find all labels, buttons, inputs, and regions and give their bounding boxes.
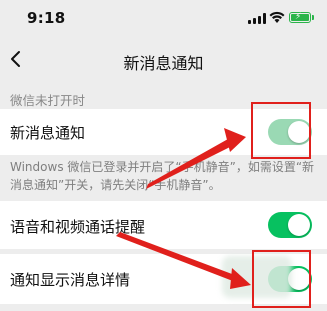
setting-label: 通知显示消息详情: [10, 271, 131, 289]
setting-label: 新消息通知: [10, 124, 86, 142]
setting-label: 语音和视频通话提醒: [10, 218, 146, 236]
call-reminder-toggle[interactable]: [268, 212, 312, 238]
setting-row-call-reminder: 语音和视频通话提醒: [0, 201, 327, 249]
section-label: 微信未打开时: [10, 93, 86, 108]
annotation-box-bottom: [252, 250, 311, 308]
page-title: 新消息通知: [123, 54, 204, 73]
wifi-icon: [269, 11, 285, 23]
notice-description: Windows 微信已登录并开启了“手机静音”，如需设置“新消息通知”开关，请先…: [10, 160, 315, 192]
navigation-bar: 新消息通知: [0, 38, 327, 82]
battery-charging-icon: ⚡: [289, 12, 314, 23]
status-time: 9:18: [27, 9, 66, 27]
status-bar: 9:18 ⚡: [0, 0, 327, 38]
annotation-box-top: [251, 102, 311, 159]
signal-icon: [248, 13, 266, 24]
